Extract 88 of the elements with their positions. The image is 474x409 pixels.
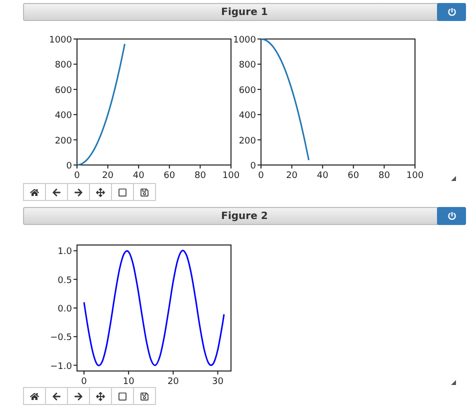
y-tick-label: 600 [238, 86, 256, 96]
tick-mark [73, 364, 78, 366]
toolbar-button[interactable] [23, 183, 46, 201]
close-figure-button[interactable] [437, 3, 466, 21]
y-tick-label: 200 [54, 136, 72, 146]
y-tick-label: 0.5 [58, 276, 72, 286]
tick-mark [352, 164, 354, 169]
y-tick-label: 400 [238, 111, 256, 122]
y-tick-label: 1000 [233, 36, 256, 46]
tick-mark [257, 38, 262, 40]
toolbar-button[interactable] [45, 387, 68, 405]
tick-mark [230, 164, 232, 169]
right-arrow-icon [74, 188, 83, 196]
tick-mark [73, 250, 78, 252]
right-arrow-icon [74, 392, 83, 400]
tick-mark [257, 139, 262, 140]
left-arrow-icon [52, 392, 61, 400]
x-tick-label: 20 [102, 171, 114, 181]
tick-mark [168, 164, 170, 169]
tick-mark [138, 164, 140, 169]
x-tick-label: 100 [222, 171, 240, 181]
home-icon [30, 188, 39, 196]
x-tick-label: 30 [212, 377, 224, 387]
figure-title: Figure 2 [221, 210, 268, 224]
x-tick-label: 40 [132, 171, 144, 181]
tick-mark [73, 278, 78, 280]
tick-mark [73, 336, 78, 338]
y-tick-label: 0 [66, 162, 72, 172]
figure-title: Figure 1 [221, 6, 268, 20]
resize-grip-icon [451, 380, 456, 385]
x-tick-label: 20 [286, 171, 298, 181]
tick-mark [73, 38, 78, 40]
close-figure-button[interactable] [437, 207, 466, 225]
x-tick-label: 80 [378, 171, 390, 181]
tick-mark [414, 164, 416, 169]
tick-mark [172, 370, 174, 375]
x-tick-label: 0 [81, 377, 87, 387]
y-tick-label: 0 [250, 162, 256, 172]
toolbar-button[interactable] [111, 183, 134, 201]
y-tick-label: −0.5 [50, 333, 72, 344]
x-tick-label: 0 [74, 171, 80, 181]
four-way-arrow-icon [96, 392, 105, 400]
tick-mark [257, 114, 262, 116]
left-arrow-icon [52, 188, 61, 196]
power-icon [448, 212, 456, 220]
tick-mark [257, 64, 262, 65]
tick-mark [322, 164, 324, 169]
x-tick-label: 20 [167, 377, 179, 387]
x-tick-label: 100 [406, 171, 424, 181]
toolbar-button[interactable] [23, 387, 46, 405]
toolbar-button[interactable] [89, 183, 112, 201]
toolbar-button[interactable] [133, 387, 156, 405]
tick-mark [217, 370, 218, 375]
x-tick-label: 40 [316, 171, 328, 181]
y-tick-label: −1.0 [50, 362, 72, 372]
y-tick-label: 400 [54, 111, 72, 122]
toolbar-button[interactable] [133, 183, 156, 201]
tick-mark [200, 164, 201, 169]
x-tick-label: 60 [348, 171, 360, 181]
y-tick-label: 1.0 [58, 247, 72, 258]
y-tick-label: 0.0 [58, 304, 72, 314]
toolbar-button[interactable] [111, 387, 134, 405]
tick-mark [107, 164, 108, 169]
toolbar-button[interactable] [67, 387, 90, 405]
home-icon [30, 392, 39, 400]
y-tick-label: 800 [54, 60, 72, 71]
tick-mark [73, 64, 78, 65]
tick-mark [73, 139, 78, 140]
x-tick-label: 0 [258, 171, 264, 181]
y-tick-label: 1000 [49, 36, 72, 46]
x-tick-label: 10 [122, 377, 134, 387]
resize-grip-icon [451, 176, 456, 181]
toolbar-button[interactable] [67, 183, 90, 201]
tick-mark [73, 114, 78, 116]
power-icon [448, 8, 456, 16]
four-way-arrow-icon [96, 188, 105, 196]
tick-mark [73, 88, 78, 90]
tick-mark [257, 88, 262, 90]
x-tick-label: 60 [164, 171, 176, 181]
tick-mark [291, 164, 292, 169]
tick-mark [128, 370, 130, 375]
y-tick-label: 200 [238, 136, 256, 146]
y-tick-label: 800 [238, 60, 256, 71]
tick-mark [384, 164, 385, 169]
toolbar-button[interactable] [89, 387, 112, 405]
x-tick-label: 80 [194, 171, 206, 181]
y-tick-label: 600 [54, 86, 72, 96]
toolbar-button[interactable] [45, 183, 68, 201]
